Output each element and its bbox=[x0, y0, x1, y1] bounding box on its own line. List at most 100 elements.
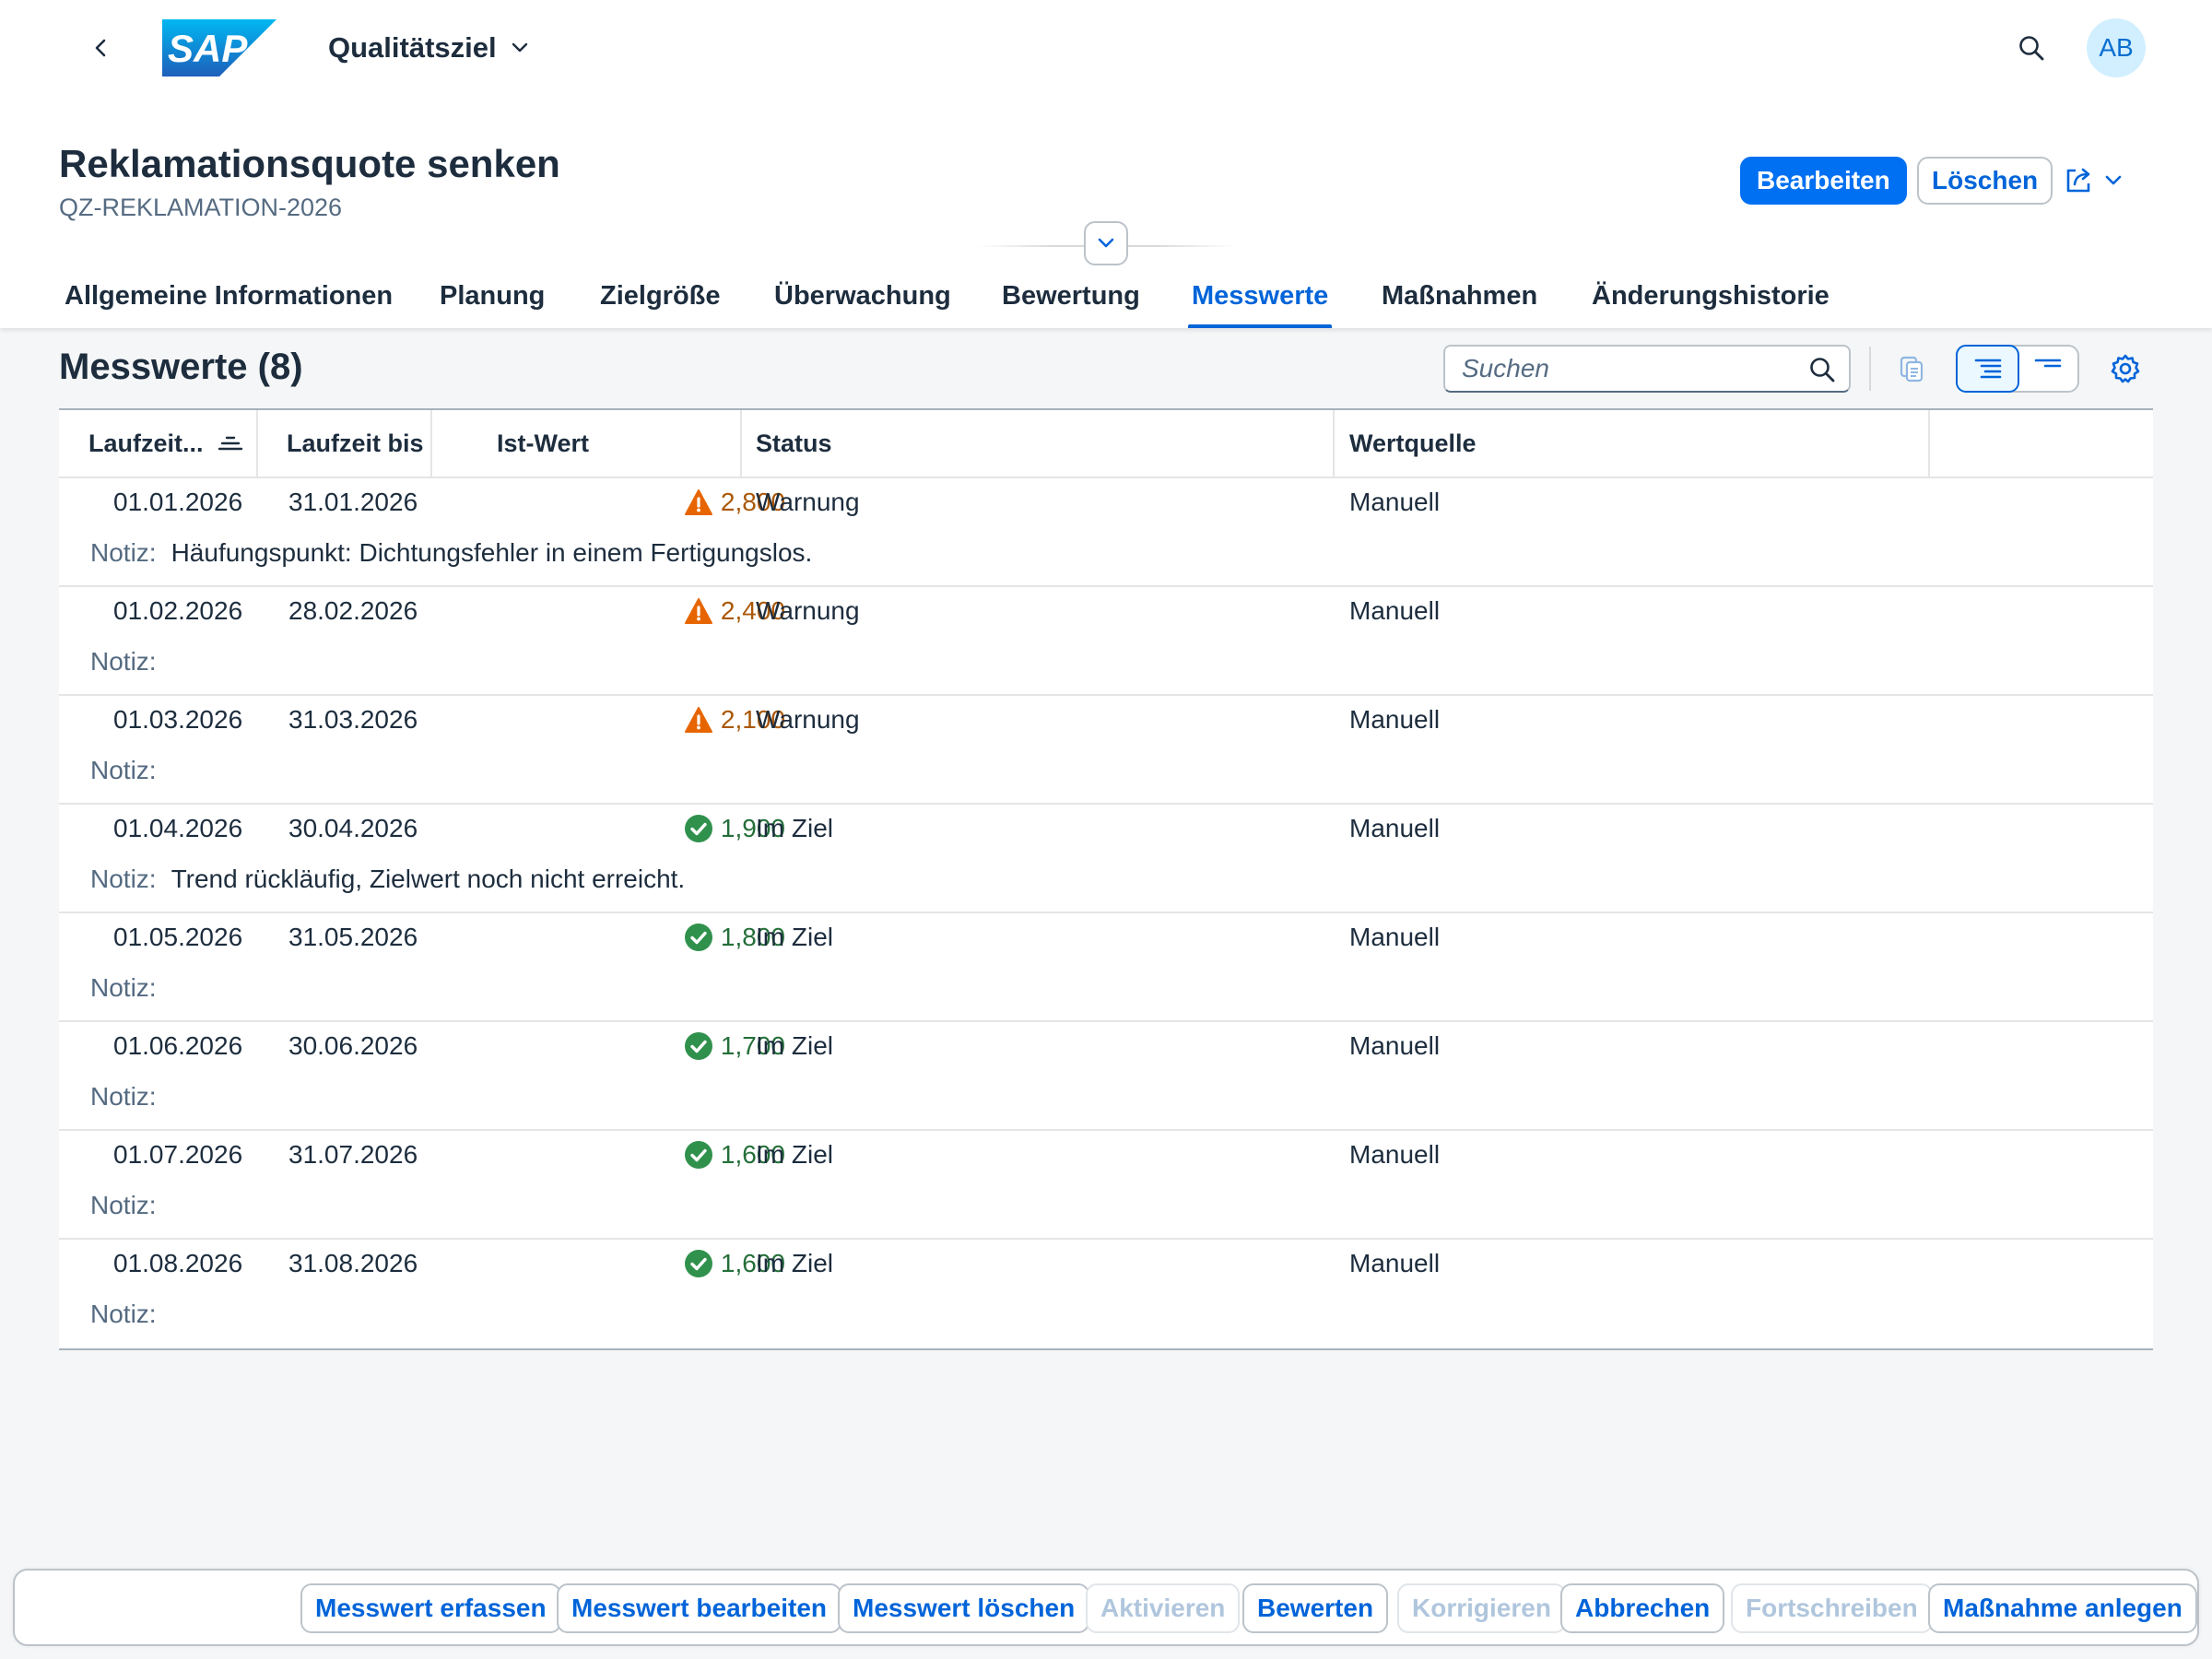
chevron-down-icon bbox=[1098, 238, 1114, 248]
app-title-menu[interactable]: Qualitätsziel bbox=[328, 28, 530, 68]
table-row[interactable]: 01.08.2026 31.08.2026 1,600 Im Ziel Manuell N… bbox=[59, 1240, 2153, 1348]
cell-wertquelle: Manuell bbox=[1349, 1031, 1441, 1060]
tab-zielgroesse[interactable]: Zielgröße bbox=[600, 264, 721, 328]
share-icon bbox=[2066, 168, 2090, 193]
table-row[interactable]: 01.02.2026 28.02.2026 2,400 Warnung Manuell N… bbox=[59, 587, 2153, 696]
edit-button[interactable]: Bearbeiten bbox=[1740, 157, 1907, 205]
footer-button-korrigieren[interactable]: Korrigieren bbox=[1397, 1583, 1566, 1633]
object-subtitle: QZ-REKLAMATION-2026 bbox=[59, 194, 343, 221]
cell-status: Im Ziel bbox=[756, 1249, 833, 1277]
column-header-wertquelle[interactable]: Wertquelle bbox=[1349, 410, 1477, 477]
success-icon bbox=[684, 1032, 712, 1060]
note-label: Notiz: bbox=[90, 647, 157, 676]
cell-status: Warnung bbox=[756, 488, 860, 516]
cell-status: Im Ziel bbox=[756, 1031, 833, 1060]
table-row[interactable]: 01.07.2026 31.07.2026 1,600 Im Ziel Manuell N… bbox=[59, 1131, 2153, 1240]
tab-massnahmen[interactable]: Maßnahmen bbox=[1382, 264, 1537, 328]
column-header-label: Laufzeit... bbox=[88, 429, 204, 457]
delete-button[interactable]: Löschen bbox=[1917, 157, 2053, 205]
note-text: Trend rückläufig, Zielwert noch nicht er… bbox=[171, 865, 686, 893]
column-header-ist-wert[interactable]: Ist-Wert bbox=[430, 410, 589, 477]
note-label: Notiz: bbox=[90, 973, 157, 1002]
cell-laufzeit-von: 01.02.2026 bbox=[113, 596, 243, 625]
footer-button-bewerten[interactable]: Bewerten bbox=[1242, 1583, 1389, 1633]
note-text: Häufungspunkt: Dichtungsfehler in einem … bbox=[171, 538, 813, 567]
table-settings-button[interactable] bbox=[2098, 345, 2153, 393]
warning-icon bbox=[684, 489, 712, 515]
table-row[interactable]: 01.05.2026 31.05.2026 1,800 Im Ziel Manuell N… bbox=[59, 913, 2153, 1022]
settings-icon bbox=[2111, 354, 2140, 383]
shell-bar: SAP Qualitätsziel AB bbox=[0, 0, 2212, 98]
note-label: Notiz: bbox=[90, 1191, 157, 1219]
success-icon bbox=[684, 1141, 712, 1169]
note-label: Notiz: bbox=[90, 865, 157, 893]
cell-laufzeit-bis: 31.07.2026 bbox=[288, 1140, 418, 1169]
search-icon bbox=[2019, 36, 2044, 61]
cell-ist-wert: 1,600 bbox=[430, 1133, 785, 1177]
footer-button-aktivieren[interactable]: Aktivieren bbox=[1086, 1583, 1241, 1633]
footer-button-massnahme-anlegen[interactable]: Maßnahme anlegen bbox=[1928, 1583, 2197, 1633]
cell-laufzeit-bis: 31.01.2026 bbox=[288, 488, 418, 516]
table-row[interactable]: 01.04.2026 30.04.2026 1,900 Im Ziel Manuell N… bbox=[59, 805, 2153, 913]
object-page-header: Reklamationsquote senken QZ-REKLAMATION-… bbox=[0, 98, 2212, 328]
note-label: Notiz: bbox=[90, 1300, 157, 1328]
cell-laufzeit-von: 01.01.2026 bbox=[113, 488, 243, 516]
cell-wertquelle: Manuell bbox=[1349, 1140, 1441, 1169]
row-mode-toggle bbox=[1956, 345, 2079, 393]
footer-button-messwert-loeschen[interactable]: Messwert löschen bbox=[838, 1583, 1090, 1633]
cell-laufzeit-von: 01.05.2026 bbox=[113, 923, 243, 951]
warning-icon bbox=[684, 707, 712, 733]
table-row[interactable]: 01.03.2026 31.03.2026 2,100 Warnung Manuell N… bbox=[59, 696, 2153, 805]
table-search-field[interactable] bbox=[1443, 345, 1851, 393]
table-row[interactable]: 01.06.2026 30.06.2026 1,700 Im Ziel Manuell N… bbox=[59, 1022, 2153, 1131]
tab-planung[interactable]: Planung bbox=[440, 264, 545, 328]
single-line-mode-button[interactable] bbox=[2018, 347, 2077, 391]
column-divider bbox=[740, 410, 742, 477]
multi-line-icon bbox=[1974, 359, 2001, 379]
table-search-input[interactable] bbox=[1462, 354, 1794, 383]
tab-messwerte[interactable]: Messwerte bbox=[1187, 264, 1333, 328]
messwerte-table: Laufzeit... Laufzeit bis Ist-Wert Status… bbox=[59, 408, 2153, 1350]
back-button[interactable] bbox=[81, 28, 122, 68]
share-menu-button[interactable] bbox=[2063, 157, 2144, 205]
sap-logo: SAP bbox=[162, 19, 276, 76]
footer-button-abbrechen[interactable]: Abbrechen bbox=[1560, 1583, 1725, 1633]
tab-bewertung[interactable]: Bewertung bbox=[1002, 264, 1140, 328]
tab-bar: Allgemeine Informationen Planung Zielgrö… bbox=[0, 264, 2212, 328]
cell-laufzeit-von: 01.08.2026 bbox=[113, 1249, 243, 1277]
column-header-laufzeit-bis[interactable]: Laufzeit bis bbox=[287, 410, 424, 477]
column-header-laufzeit-von[interactable]: Laufzeit... bbox=[88, 410, 244, 477]
app-title: Qualitätsziel bbox=[328, 31, 497, 64]
tab-ueberwachung[interactable]: Überwachung bbox=[774, 264, 951, 328]
footer-button-fortschreiben[interactable]: Fortschreiben bbox=[1731, 1583, 1933, 1633]
footer-button-messwert-bearbeiten[interactable]: Messwert bearbeiten bbox=[557, 1583, 841, 1633]
cell-wertquelle: Manuell bbox=[1349, 705, 1441, 734]
cell-ist-wert: 1,800 bbox=[430, 915, 785, 959]
toolbar-separator bbox=[1869, 347, 1871, 391]
chevron-down-icon bbox=[2105, 175, 2122, 185]
cell-ist-wert: 2,800 bbox=[430, 480, 785, 524]
copy-button[interactable] bbox=[1884, 345, 1939, 393]
cell-wertquelle: Manuell bbox=[1349, 488, 1441, 516]
cell-wertquelle: Manuell bbox=[1349, 1249, 1441, 1277]
table-row[interactable]: 01.01.2026 31.01.2026 2,800 Warnung Manuell N… bbox=[59, 478, 2153, 587]
row-note: Notiz: bbox=[90, 969, 171, 1007]
cell-laufzeit-bis: 30.04.2026 bbox=[288, 814, 418, 842]
tab-aenderungshistorie[interactable]: Änderungshistorie bbox=[1592, 264, 1830, 328]
tab-allgemeine-informationen[interactable]: Allgemeine Informationen bbox=[65, 264, 393, 328]
footer-toolbar: Messwert erfassen Messwert bearbeiten Me… bbox=[13, 1569, 2199, 1646]
footer-button-messwert-erfassen[interactable]: Messwert erfassen bbox=[300, 1583, 561, 1633]
multi-line-mode-button[interactable] bbox=[1956, 345, 2019, 393]
success-icon bbox=[684, 815, 712, 842]
sort-icon bbox=[218, 436, 242, 451]
cell-status: Im Ziel bbox=[756, 923, 833, 951]
column-header-status[interactable]: Status bbox=[756, 410, 832, 477]
row-note: Notiz: Häufungspunkt: Dichtungsfehler in … bbox=[90, 534, 812, 572]
user-avatar[interactable]: AB bbox=[2087, 18, 2146, 77]
cell-laufzeit-von: 01.04.2026 bbox=[113, 814, 243, 842]
collapse-header-button[interactable] bbox=[1084, 221, 1128, 265]
search-icon[interactable] bbox=[1808, 356, 1836, 388]
shell-search-button[interactable] bbox=[2011, 28, 2052, 68]
note-label: Notiz: bbox=[90, 1082, 157, 1111]
copy-icon bbox=[1900, 356, 1924, 382]
